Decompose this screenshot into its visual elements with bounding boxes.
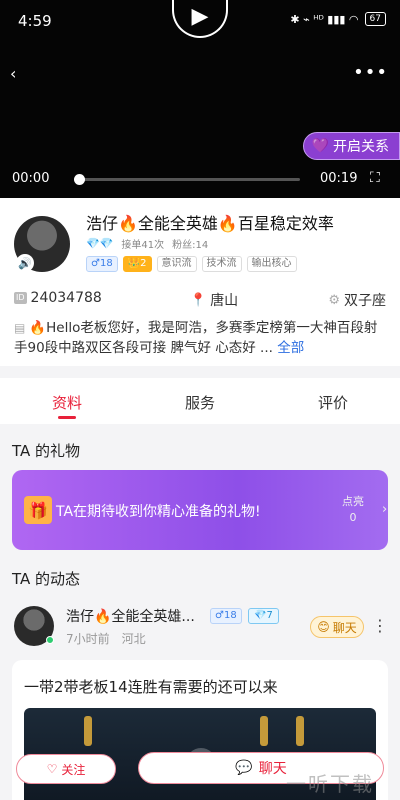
tab-info[interactable]: 资料 xyxy=(52,392,82,413)
total-time: 00:19 xyxy=(320,171,358,186)
profile-card: 🔊 浩仔🔥全能全英雄🔥百星稳定效率 💎💎 接单41次 粉丝:14 ♂18 👑2 … xyxy=(0,198,400,366)
tab-underline xyxy=(58,416,76,419)
online-status-dot xyxy=(46,636,54,644)
tab-service[interactable]: 服务 xyxy=(185,392,215,413)
gender-age-tag: ♂18 xyxy=(210,608,242,624)
thumbnail-slider-graphic xyxy=(296,716,304,746)
gift-banner-text: TA在期待收到你精心准备的礼物! xyxy=(56,504,261,520)
heart-link-icon: 💜 xyxy=(311,138,329,154)
post-text: 一带2带老板14连胜有需要的还可以来 xyxy=(24,678,278,696)
crown-level-tag: 👑2 xyxy=(122,256,152,272)
current-time: 00:00 xyxy=(12,171,50,186)
chat-bubble-icon: 💬 xyxy=(235,760,253,776)
bio-doc-icon: ▤ xyxy=(14,321,26,335)
back-icon[interactable]: ‹ xyxy=(10,64,16,83)
zodiac: ⚙ 双子座 xyxy=(328,290,386,310)
open-relation-button[interactable]: 💜 开启关系 xyxy=(302,132,400,160)
thumbnail-slider-graphic xyxy=(84,716,92,746)
skill-tag: 意识流 xyxy=(156,256,197,272)
level-value: 7 xyxy=(266,610,273,621)
tab-review[interactable]: 评价 xyxy=(318,392,348,413)
chat-face-icon: 😊 xyxy=(317,620,330,634)
feed-section-title: TA 的动态 xyxy=(12,570,81,588)
status-icons: ✱ ⌁ ᴴᴰ ▮▮▮ ◠ 67 xyxy=(290,12,386,26)
status-time: 4:59 xyxy=(18,12,52,30)
post-time: 7小时前 xyxy=(66,632,110,646)
video-player[interactable]: 4:59 ✱ ⌁ ᴴᴰ ▮▮▮ ◠ 67 ▶ ‹ ••• 💜 开启关系 00:0… xyxy=(0,0,400,198)
location-pin-icon: 📍 xyxy=(190,292,207,308)
user-id-value: 24034788 xyxy=(30,290,102,306)
skill-tag: 输出核心 xyxy=(246,256,297,272)
progress-track[interactable] xyxy=(78,178,300,181)
battery-icon: 67 xyxy=(364,12,386,26)
status-indicators: ✱ ⌁ ᴴᴰ ▮▮▮ ◠ xyxy=(290,12,359,26)
voice-icon[interactable]: 🔊 xyxy=(16,254,34,272)
bio: ▤ 🔥Hello老板您好，我是阿浩，多赛季定榜第一大神百段射手90段中路双区各段可… xyxy=(14,318,386,358)
gender-age-tag: ♂18 xyxy=(86,256,118,272)
order-count: 接单41次 xyxy=(121,240,165,251)
location: 📍 唐山 xyxy=(190,290,238,310)
gift-banner[interactable]: 🎁 TA在期待收到你精心准备的礼物! 点亮 0 › xyxy=(12,470,388,550)
post-location: 河北 xyxy=(121,632,146,646)
id-icon: ID xyxy=(14,292,27,304)
diamond-icon: 💎 xyxy=(254,610,267,621)
watermark-text: 一听下载 xyxy=(286,772,374,796)
location-value: 唐山 xyxy=(210,293,239,309)
profile-meta: 💎💎 接单41次 粉丝:14 xyxy=(86,236,208,251)
zodiac-value: 双子座 xyxy=(344,293,386,309)
profile-page: 4:59 ✱ ⌁ ᴴᴰ ▮▮▮ ◠ 67 ▶ ‹ ••• 💜 开启关系 00:0… xyxy=(0,0,400,800)
profile-tags: ♂18 👑2 意识流 技术流 输出核心 xyxy=(86,256,297,272)
feed-post-header: 浩仔🔥全能全英雄... ♂18 💎7 7小时前 河北 😊 聊天 ⋮ xyxy=(0,598,400,650)
feed-meta: 7小时前 河北 xyxy=(66,630,146,647)
diamond-icon: 💎💎 xyxy=(86,237,114,250)
heart-icon: ♡ xyxy=(46,762,58,776)
fan-count: 粉丝:14 xyxy=(172,240,209,251)
thumbnail-slider-graphic xyxy=(260,716,268,746)
chat-label: 聊天 xyxy=(258,761,287,777)
bio-text: 🔥Hello老板您好，我是阿浩，多赛季定榜第一大神百段射手90段中路双区各段可接… xyxy=(14,320,378,356)
bio-expand-link[interactable]: 全部 xyxy=(277,340,304,356)
gift-light-counter: 点亮 0 xyxy=(342,494,364,526)
level-tag: 💎7 xyxy=(248,608,279,624)
follow-label: 关注 xyxy=(61,762,86,777)
chevron-right-icon: › xyxy=(382,502,388,517)
profile-name: 浩仔🔥全能全英雄🔥百星稳定效率 xyxy=(86,214,334,233)
feed-chat-button[interactable]: 😊 聊天 xyxy=(310,616,364,638)
gift-icon: 🎁 xyxy=(24,496,52,524)
gifts-section-title: TA 的礼物 xyxy=(12,442,81,460)
feed-chat-label: 聊天 xyxy=(332,620,357,635)
tab-bar: 资料 服务 评价 xyxy=(0,378,400,424)
skill-tag: 技术流 xyxy=(201,256,242,272)
gear-icon: ⚙ xyxy=(328,292,340,308)
gift-light-count: 0 xyxy=(349,511,357,524)
open-relation-label: 开启关系 xyxy=(333,139,389,155)
fullscreen-icon[interactable]: ⛶ xyxy=(370,170,386,186)
more-icon[interactable]: ••• xyxy=(353,62,388,83)
feed-author-name: 浩仔🔥全能全英雄... xyxy=(66,609,195,625)
gift-light-label: 点亮 xyxy=(342,495,364,508)
more-vertical-icon[interactable]: ⋮ xyxy=(372,616,388,635)
user-id: ID 24034788 xyxy=(14,290,102,306)
info-row: ID 24034788 📍 唐山 ⚙ 双子座 xyxy=(14,290,386,310)
follow-button[interactable]: ♡ 关注 xyxy=(16,754,116,784)
progress-knob[interactable] xyxy=(74,174,85,185)
